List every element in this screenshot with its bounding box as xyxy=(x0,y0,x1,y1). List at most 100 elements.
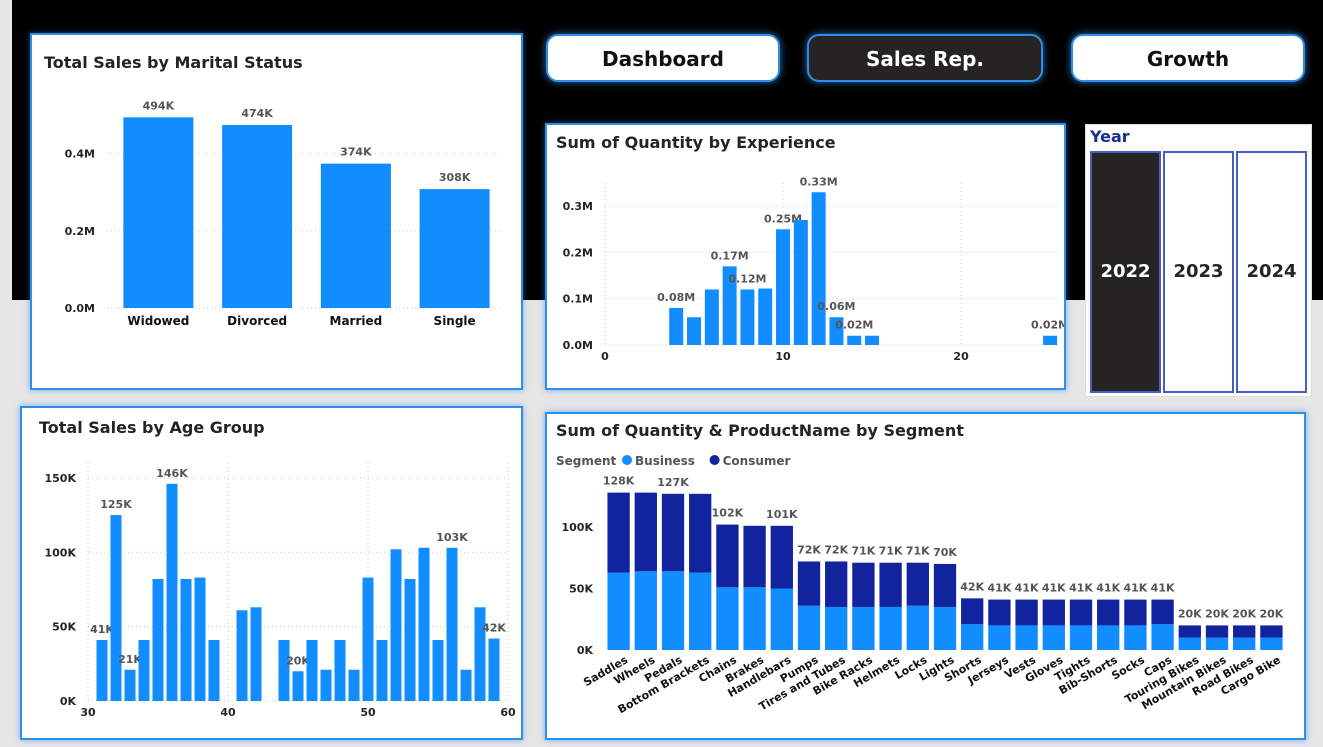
segment-bar-business[interactable] xyxy=(797,605,821,650)
segment-legend-label[interactable]: Consumer xyxy=(723,454,791,468)
segment-bar-consumer[interactable] xyxy=(1205,625,1229,638)
segment-bar-business[interactable] xyxy=(1069,625,1093,650)
segment-bar-consumer[interactable] xyxy=(906,562,929,606)
segment-bar-consumer[interactable] xyxy=(743,525,766,588)
age-bar[interactable] xyxy=(96,640,108,701)
age-bar[interactable] xyxy=(362,577,374,701)
marital-bar[interactable] xyxy=(123,117,194,308)
nav-dashboard-button[interactable]: Dashboard xyxy=(546,34,780,82)
segment-bar-consumer[interactable] xyxy=(1042,599,1065,626)
year-option-2022[interactable]: 2022 xyxy=(1090,151,1161,393)
experience-bar[interactable] xyxy=(704,289,719,345)
segment-bar-business[interactable] xyxy=(1205,637,1229,650)
segment-bar-consumer[interactable] xyxy=(689,493,712,573)
segment-bar-business[interactable] xyxy=(825,606,848,650)
experience-bar[interactable] xyxy=(865,335,880,345)
age-bar[interactable] xyxy=(306,640,318,701)
segment-bar-consumer[interactable] xyxy=(770,525,793,589)
segment-bar-business[interactable] xyxy=(716,587,739,650)
segment-legend-swatch[interactable] xyxy=(709,455,720,465)
segment-bar-consumer[interactable] xyxy=(1151,599,1174,625)
experience-bar[interactable] xyxy=(776,229,791,345)
age-bar[interactable] xyxy=(334,640,346,701)
marital-bar[interactable] xyxy=(222,125,293,308)
segment-legend-swatch[interactable] xyxy=(622,455,632,465)
segment-bar-business[interactable] xyxy=(743,587,766,650)
segment-bar-business[interactable] xyxy=(961,624,984,650)
segment-bar-business[interactable] xyxy=(879,606,902,650)
segment-bar-business[interactable] xyxy=(689,572,712,650)
segment-bar-consumer[interactable] xyxy=(661,493,685,572)
segment-bar-business[interactable] xyxy=(1097,625,1120,650)
segment-bar-business[interactable] xyxy=(852,606,875,650)
segment-bar-business[interactable] xyxy=(988,625,1011,650)
segment-bar-consumer[interactable] xyxy=(1124,599,1147,626)
age-bar[interactable] xyxy=(418,547,430,701)
age-bar[interactable] xyxy=(110,515,122,701)
segment-bar-business[interactable] xyxy=(607,572,630,650)
year-option-2024[interactable]: 2024 xyxy=(1236,151,1307,393)
age-bar[interactable] xyxy=(152,579,164,701)
age-bar[interactable] xyxy=(180,579,192,701)
segment-bar-consumer[interactable] xyxy=(1069,599,1093,626)
year-option-2023[interactable]: 2023 xyxy=(1163,151,1234,393)
segment-bar-consumer[interactable] xyxy=(797,561,821,606)
segment-bar-consumer[interactable] xyxy=(988,599,1011,626)
segment-bar-business[interactable] xyxy=(634,571,657,650)
experience-bar[interactable] xyxy=(1043,335,1058,345)
age-bar[interactable] xyxy=(348,669,360,701)
age-bar[interactable] xyxy=(236,610,248,701)
age-bar[interactable] xyxy=(166,483,178,701)
segment-bar-business[interactable] xyxy=(933,606,957,650)
segment-bar-consumer[interactable] xyxy=(634,492,657,572)
age-bar[interactable] xyxy=(320,669,332,701)
experience-bar[interactable] xyxy=(811,192,826,345)
segment-bar-consumer[interactable] xyxy=(1233,625,1256,638)
age-bar[interactable] xyxy=(292,671,304,701)
experience-bar[interactable] xyxy=(793,220,808,345)
age-bar[interactable] xyxy=(432,640,444,701)
segment-bar-consumer[interactable] xyxy=(1178,625,1201,638)
segment-bar-business[interactable] xyxy=(661,571,685,650)
experience-bar[interactable] xyxy=(740,289,755,345)
segment-bar-consumer[interactable] xyxy=(607,492,630,573)
segment-bar-consumer[interactable] xyxy=(1260,625,1283,638)
segment-bar-consumer[interactable] xyxy=(852,562,875,607)
segment-bar-consumer[interactable] xyxy=(933,563,957,607)
segment-bar-business[interactable] xyxy=(1015,625,1038,650)
marital-bar[interactable] xyxy=(419,189,490,308)
age-bar[interactable] xyxy=(278,640,290,701)
marital-bar[interactable] xyxy=(320,163,391,308)
nav-growth-button[interactable]: Growth xyxy=(1071,34,1305,82)
segment-legend-label[interactable]: Business xyxy=(635,454,695,468)
age-bar[interactable] xyxy=(446,547,458,701)
age-bar[interactable] xyxy=(488,638,500,701)
nav-sales-rep-button[interactable]: Sales Rep. xyxy=(807,34,1043,82)
segment-bar-consumer[interactable] xyxy=(1097,599,1120,626)
segment-bar-consumer[interactable] xyxy=(879,562,902,607)
age-bar[interactable] xyxy=(460,669,472,701)
age-bar[interactable] xyxy=(208,640,220,701)
segment-bar-business[interactable] xyxy=(1178,637,1201,650)
segment-bar-business[interactable] xyxy=(1124,625,1147,650)
age-bar[interactable] xyxy=(250,607,262,701)
age-bar[interactable] xyxy=(404,579,416,701)
experience-bar[interactable] xyxy=(669,307,684,345)
age-bar[interactable] xyxy=(390,549,402,701)
segment-bar-consumer[interactable] xyxy=(716,524,739,588)
segment-bar-consumer[interactable] xyxy=(825,561,848,607)
segment-bar-business[interactable] xyxy=(1151,624,1174,650)
age-bar[interactable] xyxy=(138,640,150,701)
segment-bar-business[interactable] xyxy=(906,605,929,650)
age-bar[interactable] xyxy=(194,577,206,701)
age-bar[interactable] xyxy=(376,640,388,701)
experience-bar[interactable] xyxy=(687,317,702,345)
segment-bar-business[interactable] xyxy=(1042,625,1065,650)
segment-bar-business[interactable] xyxy=(1260,637,1283,650)
segment-bar-business[interactable] xyxy=(1233,637,1256,650)
segment-bar-consumer[interactable] xyxy=(1015,599,1038,626)
experience-bar[interactable] xyxy=(847,335,862,345)
age-bar[interactable] xyxy=(124,669,136,701)
segment-bar-business[interactable] xyxy=(770,588,793,650)
segment-bar-consumer[interactable] xyxy=(961,598,984,625)
